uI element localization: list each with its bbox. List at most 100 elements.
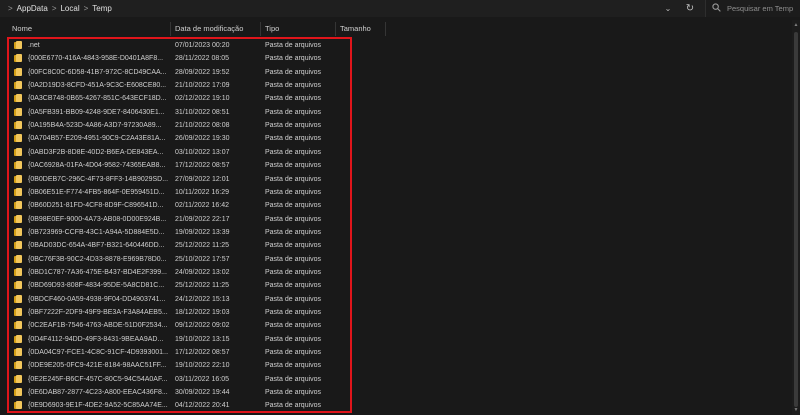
folder-icon xyxy=(14,107,22,116)
file-name: .net xyxy=(28,42,40,49)
file-type: Pasta de arquivos xyxy=(265,255,322,263)
folder-icon xyxy=(14,147,22,156)
scroll-thumb[interactable] xyxy=(794,32,798,407)
table-row[interactable]: {0A5FB391-BB09-4248-9DE7-8406430E1... 31/… xyxy=(0,106,790,119)
vertical-scrollbar[interactable]: ▲ ▼ xyxy=(792,20,800,415)
refresh-icon[interactable]: ↻ xyxy=(683,2,697,15)
column-header-size[interactable]: Tamanho xyxy=(336,22,386,36)
file-name: {0DA04C97-FCE1-4C8C-91CF-4D9393001... xyxy=(28,349,168,357)
breadcrumb[interactable]: > AppData > Local > Temp xyxy=(0,0,660,17)
table-row[interactable]: {0B60D251-81FD-4CF8-8D9F-C896541D... 02/1… xyxy=(0,199,790,212)
table-row[interactable]: {0A3CB748-0B65-4267-851C-643ECF18D... 02/… xyxy=(0,92,790,105)
file-name: {0A195B4A-523D-4A86-A3D7-97230A89... xyxy=(28,122,162,130)
table-row[interactable]: {0ABD3F2B-8D8E-40D2-B6EA-DE843EA... 03/10… xyxy=(0,146,790,159)
table-row[interactable]: {0BDCF460-0A59-4938-9F04-DD4903741... 24/… xyxy=(0,293,790,306)
file-type: Pasta de arquivos xyxy=(265,55,322,63)
address-dropdown-icon[interactable]: ⌄ xyxy=(662,2,674,15)
table-row[interactable]: {0E6DAB87-2877-4C23-A800-EEAC436F8... 30/… xyxy=(0,386,790,399)
file-date: 19/10/2022 22:10 xyxy=(175,362,230,370)
table-row[interactable]: {0DA04C97-FCE1-4C8C-91CF-4D9393001... 17/… xyxy=(0,346,790,359)
table-row[interactable]: {0D4F4112-94DD-49F3-8431-9BEAA9AD... 19/1… xyxy=(0,333,790,346)
search-icon xyxy=(712,3,721,14)
table-row[interactable]: {0E2E245F-B6CF-457C-80C5-94C54A0AF... 03/… xyxy=(0,373,790,386)
file-name: {0DE9E205-0FC9-421E-8184-98AAC51FF... xyxy=(28,362,167,370)
table-row[interactable]: {0BD69D93-808F-4834-95DE-5A8CD81C... 25/1… xyxy=(0,279,790,292)
file-name: {0B98E0EF-9000-4A73-AB08-0D00E924B... xyxy=(28,215,167,223)
table-row[interactable]: {0A2D19D3-8CFD-451A-9C3C-E608CE80... 21/1… xyxy=(0,79,790,92)
table-row[interactable]: {0BF7222F-2DF9-49F9-BE3A-F3A84AEB5... 18/… xyxy=(0,306,790,319)
table-row[interactable]: {0B723969-CCFB-43C1-A94A-5D884E5D... 19/0… xyxy=(0,226,790,239)
file-date: 07/01/2023 00:20 xyxy=(175,42,230,49)
table-row[interactable]: {0A195B4A-523D-4A86-A3D7-97230A89... 21/1… xyxy=(0,119,790,132)
file-date: 03/10/2022 13:07 xyxy=(175,148,230,156)
breadcrumb-separator-icon[interactable]: > xyxy=(52,4,57,13)
file-name: {0BF7222F-2DF9-49F9-BE3A-F3A84AEB5... xyxy=(28,309,168,316)
folder-icon xyxy=(14,267,22,276)
file-type: Pasta de arquivos xyxy=(265,135,322,143)
file-name: {0E6DAB87-2877-4C23-A800-EEAC436F8... xyxy=(28,389,168,397)
file-date: 24/09/2022 13:02 xyxy=(175,268,230,276)
file-date: 21/09/2022 22:17 xyxy=(175,215,230,223)
file-date: 17/12/2022 08:57 xyxy=(175,162,230,170)
folder-icon xyxy=(14,281,22,290)
table-row[interactable]: {0BD1C787-7A36-475E-B437-BD4E2F399... 24/… xyxy=(0,266,790,279)
column-header-row: Nome Data de modificação Tipo Tamanho xyxy=(0,20,800,36)
table-row[interactable]: {0A704B57-E209-4951-90C9-C2A43E81A... 26/… xyxy=(0,132,790,145)
folder-icon xyxy=(14,321,22,330)
column-header-name[interactable]: Nome xyxy=(8,22,171,36)
file-list: .net 07/01/2023 00:20 Pasta de arquivos {00… xyxy=(0,39,790,415)
file-type: Pasta de arquivos xyxy=(265,322,322,330)
file-name: {0A2D19D3-8CFD-451A-9C3C-E608CE80... xyxy=(28,82,167,90)
table-row[interactable]: {0BAD03DC-654A-4BF7-B321-640446DD... 25/1… xyxy=(0,239,790,252)
table-row[interactable]: {0BC76F3B-90C2-4D33-8878-E969B78D0... 25/… xyxy=(0,253,790,266)
scroll-up-icon[interactable]: ▲ xyxy=(792,21,800,29)
file-date: 28/09/2022 19:52 xyxy=(175,68,230,76)
breadcrumb-appdata[interactable]: AppData xyxy=(17,4,48,13)
file-date: 18/12/2022 19:03 xyxy=(175,309,230,316)
file-name: {0A5FB391-BB09-4248-9DE7-8406430E1... xyxy=(28,108,165,116)
file-type: Pasta de arquivos xyxy=(265,309,322,316)
breadcrumb-separator-icon[interactable]: > xyxy=(84,4,89,13)
breadcrumb-separator-icon[interactable]: > xyxy=(8,4,13,13)
breadcrumb-local[interactable]: Local xyxy=(60,4,79,13)
file-type: Pasta de arquivos xyxy=(265,335,322,343)
folder-icon xyxy=(14,81,22,90)
table-row[interactable]: {0DE9E205-0FC9-421E-8184-98AAC51FF... 19/… xyxy=(0,359,790,372)
search-input[interactable]: Pesquisar em Temp xyxy=(705,0,800,17)
file-type: Pasta de arquivos xyxy=(265,122,322,130)
folder-icon xyxy=(14,254,22,263)
file-type: Pasta de arquivos xyxy=(265,108,322,116)
file-date: 17/12/2022 08:57 xyxy=(175,349,230,357)
file-name: {0B60D251-81FD-4CF8-8D9F-C896541D... xyxy=(28,202,164,210)
file-type: Pasta de arquivos xyxy=(265,389,322,397)
file-date: 25/10/2022 17:57 xyxy=(175,255,230,263)
file-type: Pasta de arquivos xyxy=(265,215,322,223)
file-date: 25/12/2022 11:25 xyxy=(175,242,229,250)
file-date: 21/10/2022 17:09 xyxy=(175,82,230,90)
table-row[interactable]: {00FC8C0C-6D58-41B7-972C-8CD49CAA... 28/0… xyxy=(0,66,790,79)
folder-icon xyxy=(14,227,22,236)
table-row[interactable]: {0E9D6903-9E1F-4DE2-9A52-5C85AA74E... 04/… xyxy=(0,399,790,412)
file-date: 24/12/2022 15:13 xyxy=(175,295,230,303)
scroll-down-icon[interactable]: ▼ xyxy=(792,406,800,414)
table-row[interactable]: {0AC6928A-01FA-4D04-9582-74365EAB8... 17/… xyxy=(0,159,790,172)
table-row[interactable]: {0B98E0EF-9000-4A73-AB08-0D00E924B... 21/… xyxy=(0,213,790,226)
file-type: Pasta de arquivos xyxy=(265,68,322,76)
folder-icon xyxy=(14,388,22,397)
table-row[interactable]: {0B06E51E-F774-4FB5-864F-0E959451D... 10/… xyxy=(0,186,790,199)
file-type: Pasta de arquivos xyxy=(265,175,322,183)
file-type: Pasta de arquivos xyxy=(265,362,322,370)
table-row[interactable]: {0C2EAF1B-7546-4763-ABDE-51D0F2534... 09/… xyxy=(0,319,790,332)
file-type: Pasta de arquivos xyxy=(265,268,322,276)
column-header-type[interactable]: Tipo xyxy=(261,22,336,36)
breadcrumb-temp[interactable]: Temp xyxy=(92,4,112,13)
file-name: {0BAD03DC-654A-4BF7-B321-640446DD... xyxy=(28,242,165,250)
table-row[interactable]: {0B0DEB7C-296C-4F73-8FF3-14B9029SD... 27/… xyxy=(0,173,790,186)
table-row[interactable]: .net 07/01/2023 00:20 Pasta de arquivos xyxy=(0,39,790,52)
file-name: {0C2EAF1B-7546-4763-ABDE-51D0F2534... xyxy=(28,322,168,330)
column-header-date[interactable]: Data de modificação xyxy=(171,22,261,36)
file-name: {0AC6928A-01FA-4D04-9582-74365EAB8... xyxy=(28,162,166,170)
folder-icon xyxy=(14,214,22,223)
file-name: {0D4F4112-94DD-49F3-8431-9BEAA9AD... xyxy=(28,335,164,343)
table-row[interactable]: {000E6770-416A-4843-958E-D0401A8F8... 28/… xyxy=(0,52,790,65)
